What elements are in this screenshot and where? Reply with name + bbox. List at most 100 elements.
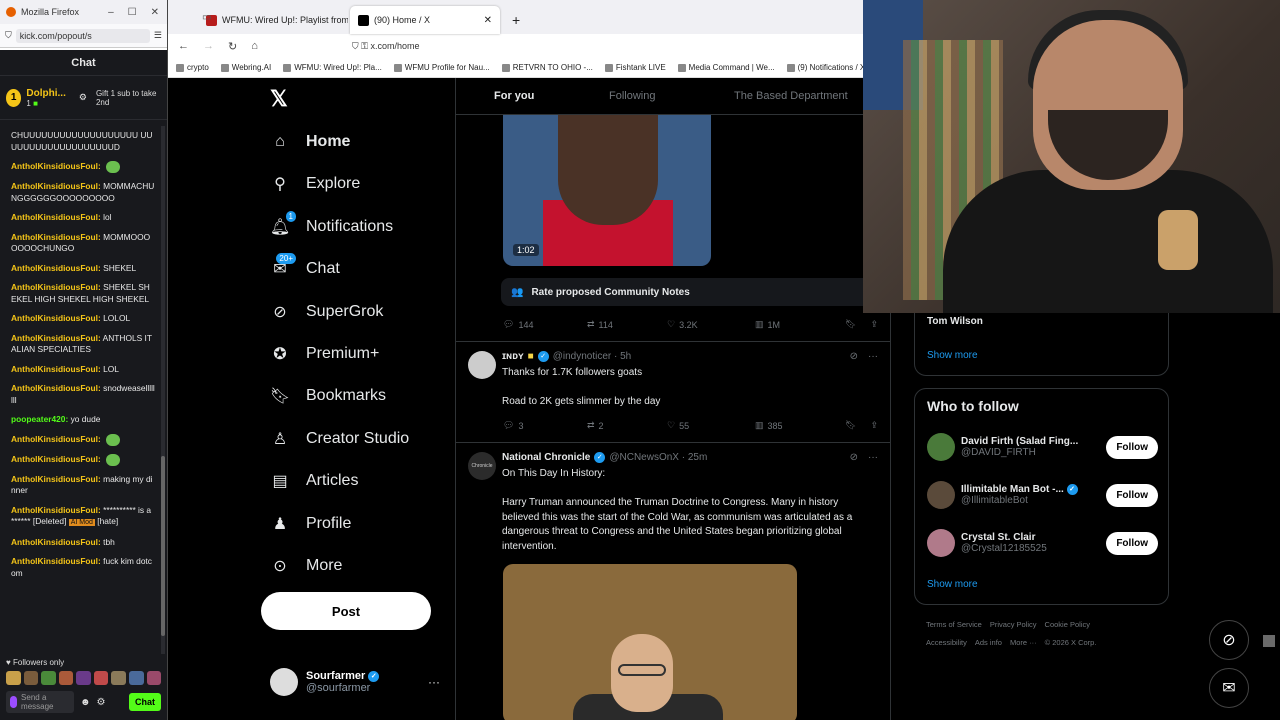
tweet[interactable]: ɪɴᴅʏ ■ ✓ @indynoticer · 5h ⊘ ··· Thanks for …: [468, 351, 878, 431]
chat-username[interactable]: AntholKinsidiousFoul:: [11, 181, 101, 191]
reply-button[interactable]: 💬︎ 144: [503, 319, 587, 330]
follow-suggestion[interactable]: Crystal St. Clair @Crystal12185525 Follow: [927, 527, 1158, 559]
chat-username[interactable]: AntholKinsidiousFoul:: [11, 537, 101, 547]
send-chat-button[interactable]: Chat: [129, 693, 161, 711]
shield-icon[interactable]: ⛉: [5, 30, 12, 41]
chat-username[interactable]: AntholKinsidiousFoul:: [11, 505, 101, 515]
close-tab-icon[interactable]: ✕: [484, 15, 492, 26]
nav-item-bookmarks[interactable]: 🔖︎ Bookmarks: [270, 386, 386, 406]
bookmark-item[interactable]: WFMU: Wired Up!: Pla...: [283, 63, 382, 72]
address-bar[interactable]: ⛉ ⚿ x.com/home: [352, 41, 420, 52]
tab-for-you[interactable]: For you: [494, 90, 534, 102]
avatar[interactable]: Chronicle: [468, 452, 496, 480]
chat-username[interactable]: AntholKinsidiousFoul:: [11, 212, 101, 222]
chat-username[interactable]: AntholKinsidiousFoul:: [11, 474, 101, 484]
footer-link[interactable]: © 2026 X Corp.: [1045, 638, 1097, 647]
bookmark-item[interactable]: Fishtank LIVE: [604, 63, 666, 72]
bookmark-item[interactable]: (9) Notifications / X: [786, 63, 863, 72]
share-icon[interactable]: ⇪: [870, 319, 878, 330]
tweet-image[interactable]: [503, 564, 797, 720]
nav-item-chat[interactable]: ✉ 20+ Chat: [270, 253, 340, 279]
emote-button[interactable]: [111, 671, 126, 685]
gift-sub-label[interactable]: Gift 1 sub to take 2nd: [96, 89, 161, 107]
chat-username[interactable]: AntholKinsidiousFoul:: [11, 333, 101, 343]
account-switcher[interactable]: Sourfarmer ✓ @sourfarmer ···: [270, 668, 440, 696]
grok-icon[interactable]: ⊘: [1209, 620, 1249, 660]
like-button[interactable]: ♡ 3.2K: [667, 319, 755, 330]
nav-item-articles[interactable]: ▤ Articles: [270, 471, 358, 491]
gear-icon[interactable]: ⚙: [97, 697, 106, 708]
chat-username[interactable]: AntholKinsidiousFoul:: [11, 161, 101, 171]
nav-item-home[interactable]: ⌂ Home: [270, 132, 350, 152]
reply-button[interactable]: 💬︎ 3: [503, 420, 587, 431]
follow-button[interactable]: Follow: [1106, 435, 1158, 459]
menu-icon[interactable]: ☰: [154, 30, 162, 41]
home-browser-icon[interactable]: ⌂: [251, 40, 258, 52]
bookmark-item[interactable]: WFMU Profile for Nau...: [393, 63, 490, 72]
chat-username[interactable]: AntholKinsidiousFoul:: [11, 364, 101, 374]
grok-icon[interactable]: ⊘: [850, 351, 858, 362]
post-button[interactable]: Post: [261, 592, 431, 630]
browser-tab[interactable]: (90) Home / X ✕: [350, 6, 500, 34]
bookmark-item[interactable]: RETVRN TO OHIO -...: [501, 63, 593, 72]
emote-button[interactable]: [76, 671, 91, 685]
nav-item-profile[interactable]: ♟ Profile: [270, 514, 352, 534]
chat-username[interactable]: AntholKinsidiousFoul:: [11, 232, 101, 242]
kick-url-field[interactable]: kick.com/popout/s: [15, 28, 150, 43]
follow-button[interactable]: Follow: [1106, 531, 1158, 555]
chat-username[interactable]: poopeater420:: [11, 414, 68, 424]
grok-icon[interactable]: ⊘: [850, 452, 858, 463]
chat-username[interactable]: AntholKinsidiousFoul:: [11, 383, 101, 393]
maximize-icon[interactable]: ☐: [128, 7, 137, 18]
follow-suggestion[interactable]: Illimitable Man Bot -... ✓ @IllimitableBo…: [927, 479, 1158, 511]
more-icon[interactable]: ···: [868, 452, 878, 463]
trend-item[interactable]: Tom Wilson: [927, 316, 983, 327]
follow-button[interactable]: Follow: [1106, 483, 1158, 507]
bookmark-icon[interactable]: 🔖︎: [845, 420, 856, 431]
chat-username[interactable]: AntholKinsidiousFoul:: [11, 556, 101, 566]
chat-username[interactable]: AntholKinsidiousFoul:: [11, 454, 101, 464]
repost-button[interactable]: ⇄ 114: [587, 319, 667, 330]
nav-item-creator[interactable]: ♙ Creator Studio: [270, 429, 409, 449]
repost-button[interactable]: ⇄ 2: [587, 420, 667, 431]
footer-link[interactable]: Ads info: [975, 638, 1002, 647]
tweet[interactable]: Chronicle National Chronicle ✓ @NCNewsOnX …: [468, 452, 878, 562]
footer-link[interactable]: Terms of Service: [926, 620, 982, 629]
bookmark-item[interactable]: crypto: [176, 63, 209, 72]
nav-item-notifications[interactable]: 🔔︎ 1 Notifications: [270, 210, 393, 237]
chat-username[interactable]: AntholKinsidiousFoul:: [11, 282, 101, 292]
chat-scrollbar[interactable]: [161, 126, 165, 654]
page-scrollbar[interactable]: [1263, 635, 1275, 647]
avatar[interactable]: [468, 351, 496, 379]
like-button[interactable]: ♡ 55: [667, 420, 755, 431]
footer-link[interactable]: Accessibility: [926, 638, 967, 647]
show-more-link[interactable]: Show more: [927, 579, 978, 590]
back-icon[interactable]: ←: [178, 40, 189, 52]
gift-leaderboard[interactable]: 1 Dolphi... 1 ■ ⚙ Gift 1 sub to take 2nd: [0, 76, 167, 120]
avatar[interactable]: [927, 481, 955, 509]
footer-link[interactable]: Cookie Policy: [1045, 620, 1090, 629]
footer-link[interactable]: Privacy Policy: [990, 620, 1037, 629]
new-tab-icon[interactable]: +: [502, 12, 530, 34]
video-thumbnail[interactable]: 1:02: [503, 115, 711, 266]
avatar[interactable]: [927, 433, 955, 461]
emote-button[interactable]: [128, 671, 144, 685]
tab-list-icon[interactable]: ▭: [202, 12, 211, 23]
nav-item-more[interactable]: ⊙ More: [270, 556, 342, 576]
mail-icon[interactable]: ✉: [1209, 668, 1249, 708]
nav-item-supergrok[interactable]: ⊘ SuperGrok: [270, 302, 383, 322]
reload-icon[interactable]: ↻: [228, 40, 237, 53]
nav-item-premium[interactable]: ✪ Premium+: [270, 344, 379, 364]
chat-username[interactable]: AntholKinsidiousFoul:: [11, 263, 101, 273]
x-logo-icon[interactable]: 𝕏: [270, 86, 288, 112]
forward-icon[interactable]: →: [203, 40, 214, 52]
tab-based-department[interactable]: The Based Department: [734, 90, 848, 102]
emote-button[interactable]: [146, 671, 162, 685]
footer-link[interactable]: More ···: [1010, 638, 1037, 647]
browser-tab[interactable]: WFMU: Wired Up!: Playlist from✕: [198, 6, 348, 34]
nav-item-explore[interactable]: ⚲ Explore: [270, 174, 360, 194]
bookmark-icon[interactable]: 🔖︎: [845, 319, 856, 330]
emote-button[interactable]: [6, 671, 21, 685]
emote-button[interactable]: [58, 671, 74, 685]
minimize-icon[interactable]: –: [108, 7, 114, 18]
